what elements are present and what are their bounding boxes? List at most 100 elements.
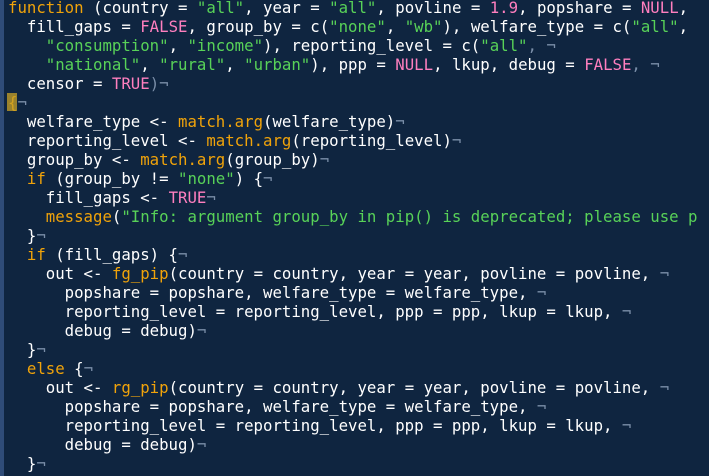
code-token: ¬ (263, 169, 273, 188)
code-line[interactable]: popshare = popshare, welfare_type = welf… (8, 397, 709, 416)
code-token: ), ppp = (310, 55, 396, 74)
code-token: ( (111, 207, 122, 226)
code-token: debug = debug) (8, 435, 197, 454)
indent-guide (0, 245, 4, 264)
code-line[interactable]: message("Info: argument group_by in pip(… (8, 207, 709, 226)
code-token: ¬ (319, 150, 330, 169)
code-token: "rural" (159, 55, 226, 74)
code-line[interactable]: }¬ (8, 454, 709, 473)
code-token: (reporting_level) (291, 131, 452, 150)
code-token: ¬ (83, 359, 94, 378)
code-line[interactable]: popshare = popshare, welfare_type = welf… (8, 283, 709, 302)
code-token: ¬ (659, 264, 670, 283)
code-line[interactable]: censor = TRUE)¬ (8, 74, 709, 93)
code-line[interactable]: group_by <- match.arg(group_by)¬ (8, 150, 709, 169)
code-line[interactable]: else {¬ (8, 359, 709, 378)
code-line[interactable]: fill_gaps = FALSE, group_by = c("none", … (8, 17, 709, 36)
code-token: "none" (178, 169, 235, 188)
code-token: match.arg (140, 150, 226, 169)
code-token: ¬ (536, 397, 547, 416)
indent-guide (0, 264, 4, 283)
code-line[interactable]: }¬ (8, 340, 709, 359)
code-token: , ¬ (527, 36, 556, 55)
code-token: "all" (631, 17, 679, 36)
code-token: , (225, 55, 245, 74)
indent-guide (0, 226, 4, 245)
code-line[interactable]: {¬ (8, 93, 709, 112)
code-token: ), welfare_type = c( (442, 17, 632, 36)
code-editor[interactable]: function (country = "all", year = "all",… (0, 0, 709, 476)
code-line[interactable]: if (group_by != "none") {¬ (8, 169, 709, 188)
indent-guide (0, 416, 4, 435)
code-token: (group_by != (45, 169, 179, 188)
code-token: (group_by) (225, 150, 320, 169)
code-token: "urban" (244, 55, 311, 74)
code-token: , (678, 17, 689, 36)
code-line[interactable]: out <- rg_pip(country = country, year = … (8, 378, 709, 397)
code-token: , povline = (376, 0, 490, 17)
code-token: match.arg (178, 112, 264, 131)
code-token: fg_pip (111, 264, 169, 283)
code-token: ¬ (17, 93, 27, 112)
code-token: welfare_type <- (8, 112, 179, 131)
indent-guide (0, 340, 4, 359)
code-token: , (140, 55, 160, 74)
code-token: "income" (187, 36, 264, 55)
code-token: function (8, 0, 84, 17)
code-token: "all" (480, 36, 528, 55)
code-token: ¬ (36, 226, 46, 245)
code-token: (country = country, year = year, povline… (168, 264, 660, 283)
code-token: if (26, 245, 46, 264)
indent-guide (0, 74, 4, 93)
code-token: , lkup, debug = (433, 55, 585, 74)
indent-guide (0, 131, 4, 150)
code-line[interactable]: "national", "rural", "urban"), ppp = NUL… (8, 55, 709, 74)
code-line[interactable]: reporting_level = reporting_level, ppp =… (8, 416, 709, 435)
code-line[interactable]: reporting_level <- match.arg(reporting_l… (8, 131, 709, 150)
code-token: (country = country, year = year, povline… (168, 378, 660, 397)
code-line[interactable]: welfare_type <- match.arg(welfare_type)¬ (8, 112, 709, 131)
code-token: ¬ (36, 454, 46, 473)
code-line[interactable]: "consumption", "income"), reporting_leve… (8, 36, 709, 55)
code-line[interactable]: if (fill_gaps) {¬ (8, 245, 709, 264)
code-token: "wb" (404, 17, 443, 36)
code-line[interactable]: function (country = "all", year = "all",… (8, 0, 709, 17)
code-token: } (8, 226, 37, 245)
indent-guide (0, 150, 4, 169)
code-token: ¬ (451, 131, 462, 150)
code-token: "all" (329, 0, 377, 17)
code-token: fill_gaps <- (8, 188, 169, 207)
code-token: out <- (8, 264, 112, 283)
code-line[interactable]: debug = debug)¬ (8, 321, 709, 340)
code-line[interactable]: out <- fg_pip(country = country, year = … (8, 264, 709, 283)
code-line[interactable]: }¬ (8, 226, 709, 245)
indent-guide (0, 435, 4, 454)
code-token: , year = (244, 0, 330, 17)
indent-guide (0, 397, 4, 416)
code-token: ¬ (621, 416, 632, 435)
code-token: fill_gaps = (8, 17, 141, 36)
code-token: FALSE (584, 55, 632, 74)
code-line[interactable]: reporting_level = reporting_level, ppp =… (8, 302, 709, 321)
code-token: , (678, 0, 689, 17)
code-token: else (26, 359, 65, 378)
indent-guide (0, 169, 4, 188)
code-token: FALSE (140, 17, 188, 36)
code-token: popshare = popshare, welfare_type = welf… (8, 283, 537, 302)
code-token: , (385, 17, 405, 36)
indent-guide (0, 188, 4, 207)
code-token: message (45, 207, 112, 226)
code-token: reporting_level <- (8, 131, 207, 150)
code-line[interactable]: fill_gaps <- TRUE¬ (8, 188, 709, 207)
code-token: ¬ (659, 378, 670, 397)
code-token: debug = debug) (8, 321, 197, 340)
code-line[interactable]: debug = debug)¬ (8, 435, 709, 454)
indent-guide (0, 283, 4, 302)
code-token: "all" (196, 0, 245, 17)
indent-guide (0, 36, 4, 55)
indent-guide (0, 378, 4, 397)
code-token: ¬ (178, 245, 188, 264)
code-token: ¬ (36, 340, 46, 359)
